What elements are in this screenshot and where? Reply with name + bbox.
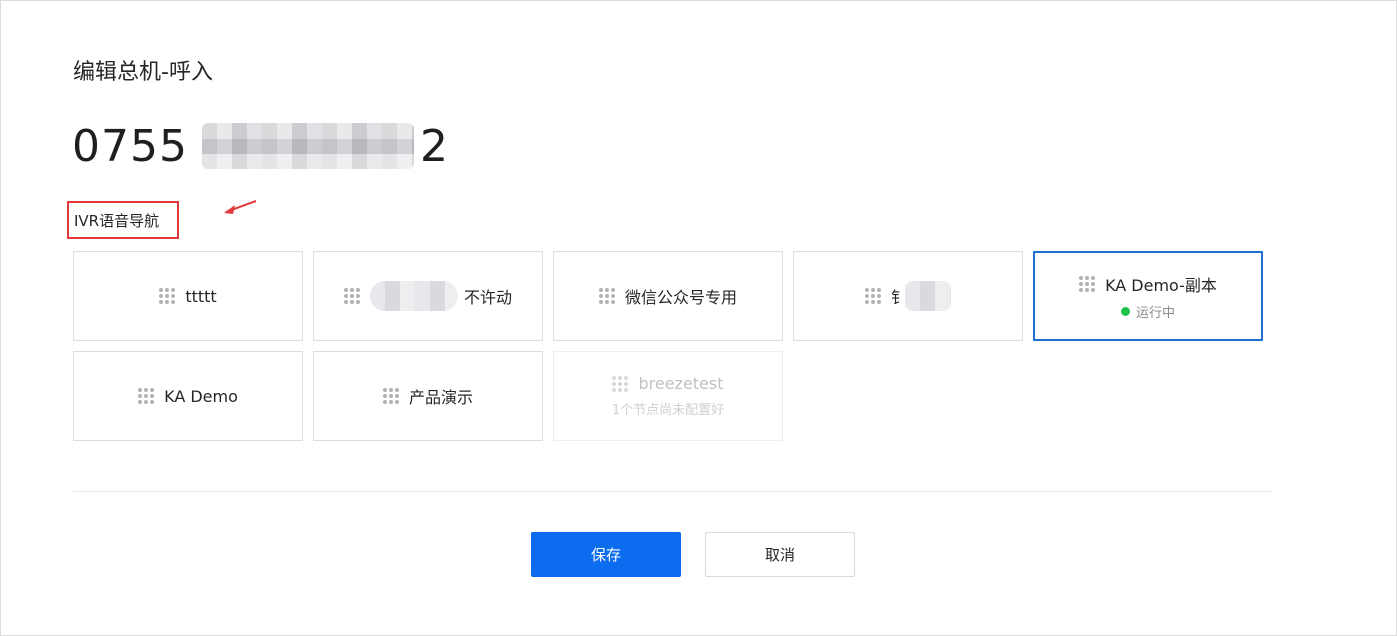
ivr-card-status-text: 运行中: [1135, 305, 1175, 321]
drag-handle-icon: [159, 288, 176, 304]
ivr-card-warning-text: 1个节点尚未配置好: [611, 403, 725, 418]
drag-handle-icon: [598, 288, 615, 304]
ivr-card-ka-demo-copy[interactable]: KA Demo-副本 运行中: [1033, 251, 1263, 341]
ivr-card-label: KA Demo-副本: [1105, 275, 1217, 295]
ivr-card-wechat[interactable]: 微信公众号专用: [553, 251, 783, 341]
ivr-card-label: KA Demo: [164, 386, 238, 406]
ivr-section-label: IVR语音导航: [67, 201, 179, 239]
phone-suffix: 2: [419, 120, 449, 172]
ivr-card-warning: 1个节点尚未配置好: [612, 399, 724, 418]
footer-divider: [73, 491, 1273, 492]
page-title: 编辑总机-呼入: [73, 60, 213, 85]
arrow-annotation-icon: [224, 200, 257, 214]
status-dot-icon: [1120, 306, 1130, 316]
cancel-button[interactable]: 取消: [705, 532, 855, 577]
ivr-card-breezetest: breezetest 1个节点尚未配置好: [553, 351, 783, 441]
drag-handle-icon: [138, 388, 155, 404]
ivr-card-label: breezetest: [638, 374, 724, 393]
drag-handle-icon: [612, 375, 629, 392]
redacted-text: [905, 281, 951, 311]
ivr-card-product-demo[interactable]: 产品演示: [313, 351, 543, 441]
ivr-card-ka-demo[interactable]: KA Demo: [73, 351, 303, 441]
phone-prefix: 0755: [72, 120, 188, 172]
ivr-card-buxudong[interactable]: 不许动: [313, 251, 543, 341]
redacted-phone-digits: [201, 123, 414, 169]
ivr-card-label: ttttt: [185, 286, 217, 306]
save-button[interactable]: 保存: [531, 532, 681, 577]
drag-handle-icon: [343, 288, 360, 304]
drag-handle-icon: [1079, 275, 1096, 292]
ivr-card-ttttt[interactable]: ttttt: [73, 251, 303, 341]
redacted-text: [369, 281, 458, 311]
drag-handle-icon: [382, 388, 399, 404]
ivr-card-label: 产品演示: [408, 388, 473, 407]
ivr-card-redacted[interactable]: 钅: [793, 251, 1023, 341]
phone-number: 0755 2: [72, 116, 449, 176]
drag-handle-icon: [864, 288, 881, 304]
ivr-card-label: 不许动: [463, 288, 512, 307]
ivr-card-label: 微信公众号专用: [624, 288, 737, 307]
ivr-card-status: 运行中: [1120, 302, 1175, 321]
ivr-section-label-text: IVR语音导航: [74, 211, 160, 230]
